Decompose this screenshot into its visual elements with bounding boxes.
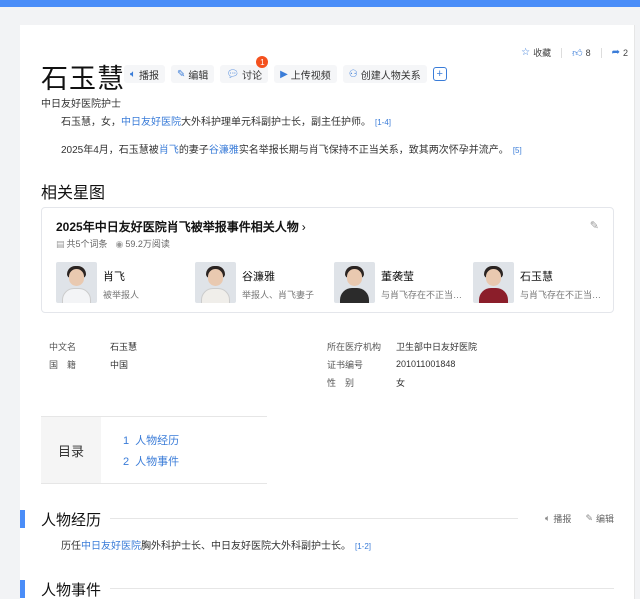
entry-subtitle: 中日友好医院护士 [41,99,121,110]
add-button[interactable]: + [432,67,447,81]
star-map-title[interactable]: 2025年中日友好医院肖飞被举报事件相关人物 › [56,218,306,235]
reference-link[interactable]: [5] [513,146,522,155]
avatar [473,262,514,303]
people-icon: ⚇ [348,68,358,80]
toc-items: 1 人物经历 2 人物事件 [101,417,179,483]
section-report-button[interactable]: 🔈︎ 播报 [545,512,571,525]
page-title: 石玉慧 [41,64,125,94]
video-icon: ▶ [280,68,288,80]
section-actions: 🔈︎ 播报 ✎ 编辑 [545,512,614,525]
hospital-link[interactable]: 中日友好医院 [121,117,181,128]
share-icon: ➦ [611,47,620,58]
report-button[interactable]: 🔈︎ 播报 [124,65,165,83]
pencil-icon: ✎ [585,513,593,523]
star-map-stats: ▤ 共5个词条 ◉ 59.2万阅读 [56,239,170,249]
star-map-card[interactable]: 2025年中日友好医院肖飞被举报事件相关人物 › ✎ ▤ 共5个词条 ◉ 59.2万阅… [41,207,614,313]
gulianya-link[interactable]: 谷濂雅 [209,145,239,156]
eye-icon: ◉ [115,239,124,249]
info-row: 中文名 石玉慧 所在医疗机构 卫生部中日友好医院 [49,341,478,352]
favorite-button[interactable]: ☆ 收藏 [521,46,551,59]
star-icon: ☆ [521,47,531,58]
notification-badge: 1 [256,56,269,68]
toc-item-events[interactable]: 2 人物事件 [123,452,179,473]
scrollbar-track[interactable] [634,25,640,599]
person-card[interactable]: 石玉慧 与肖飞存在不正当… [473,262,612,303]
avatar [334,262,375,303]
edit-button[interactable]: ✎ 编辑 [171,65,215,83]
speaker-icon: 🔈︎ [545,513,551,523]
hospital-link[interactable]: 中日友好医院 [81,541,141,552]
discuss-button[interactable]: 💬︎ 讨论 1 [220,56,269,83]
section-title-events: 人物事件 [41,582,102,599]
xiaofei-link[interactable]: 肖飞 [159,145,179,156]
section-edit-button[interactable]: ✎ 编辑 [585,512,614,525]
pencil-icon: ✎ [177,68,186,80]
reference-link[interactable]: [1-2] [355,542,371,551]
avatar [195,262,236,303]
upload-video-button[interactable]: ▶ 上传视频 [274,65,337,83]
chat-bubble-icon: 💬︎ [226,68,240,80]
person-card[interactable]: 谷濂雅 举报人、肖飞妻子 [195,262,334,303]
share-button[interactable]: ➦ 2 [612,47,628,58]
speaker-icon: 🔈︎ [130,68,136,80]
star-map-heading: 相关星图 [41,185,106,202]
section-marker [20,510,25,528]
china-link[interactable]: 中国 [110,358,327,371]
reference-link[interactable]: [1-4] [375,118,391,127]
chevron-right-icon: › [301,220,306,234]
divider [110,588,614,589]
person-card[interactable]: 董袭莹 与肖飞存在不正当… [334,262,473,303]
intro-paragraph-2: 2025年4月，石玉慧被肖飞的妻子谷濂雅实名举报长期与肖飞保持不正当关系，致其两… [61,145,522,156]
toc-item-experience[interactable]: 1 人物经历 [123,431,179,452]
pencil-icon[interactable]: ✎ [590,219,599,232]
info-row: 国 籍 中国 证书编号 201011001848 [49,358,456,371]
divider [110,518,518,519]
experience-paragraph: 历任中日友好医院胸外科护士长、中日友好医院大外科副护士长。 [1-2] [61,541,372,552]
divider [561,47,563,58]
entry-toolbar: 🔈︎ 播报 ✎ 编辑 💬︎ 讨论 1 ▶ 上传视频 ⚇ 创建人物关系 + [124,56,447,83]
basic-info-box: 中文名 石玉慧 所在医疗机构 卫生部中日友好医院 国 籍 中国 证书编号 201… [41,337,614,391]
table-of-contents: 目录 1 人物经历 2 人物事件 [41,416,267,484]
intro-paragraph-1: 石玉慧，女，中日友好医院大外科护理单元科副护士长，副主任护师。 [1-4] [61,117,392,128]
like-button[interactable]: 👍︎ 8 [572,47,590,59]
thumbs-up-icon: 👍︎ [572,47,583,59]
top-blue-bar [0,0,640,7]
document-icon: ▤ [56,239,65,249]
avatar [56,262,97,303]
people-list: 肖飞 被举报人 谷濂雅 举报人、肖飞妻子 董袭莹 与肖飞存在不正当… 石玉慧 与肖飞存在… [56,262,612,303]
divider [600,47,602,58]
entry-meta: ☆ 收藏 👍︎ 8 ➦ 2 [521,46,628,59]
section-marker [20,580,25,598]
encyclopedia-page: ☆ 收藏 👍︎ 8 ➦ 2 石玉慧 🔈︎ 播报 ✎ 编辑 💬︎ 讨论 1 ▶ 上传视频 ⚇ 创建人… [20,25,640,599]
create-relation-button[interactable]: ⚇ 创建人物关系 [342,65,427,83]
toc-label: 目录 [41,417,101,483]
section-title-experience: 人物经历 [41,512,102,529]
person-card[interactable]: 肖飞 被举报人 [56,262,195,303]
info-row: 性 别 女 [327,377,406,388]
